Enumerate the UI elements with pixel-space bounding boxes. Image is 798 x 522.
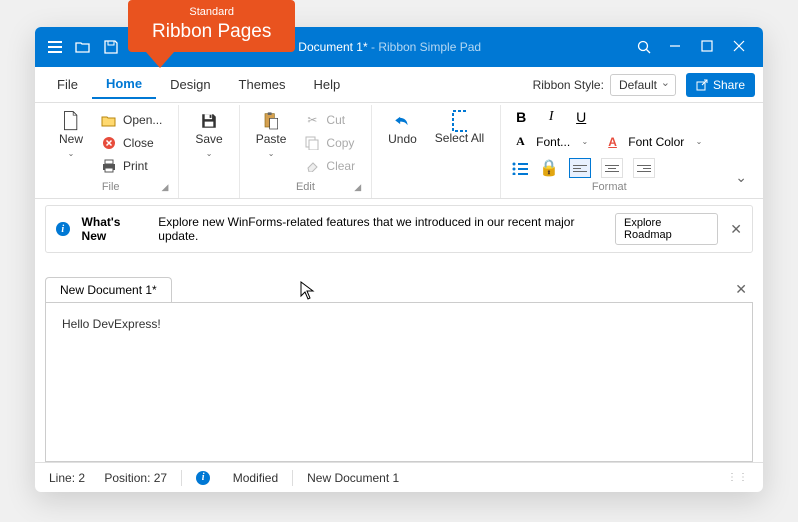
copy-icon	[304, 135, 320, 151]
clear-button[interactable]: Clear	[298, 155, 361, 177]
share-icon	[696, 79, 708, 91]
explore-roadmap-button[interactable]: Explore Roadmap	[615, 213, 718, 245]
notice-title: What's New	[82, 215, 147, 243]
maximize-button[interactable]	[701, 40, 715, 54]
tab-design[interactable]: Design	[156, 71, 224, 98]
clipboard-icon	[263, 113, 279, 129]
close-button[interactable]	[733, 40, 747, 54]
close-x-icon	[101, 135, 117, 151]
save-button[interactable]: Save⌄	[189, 109, 228, 162]
group-label-format: Format	[592, 181, 627, 193]
print-button[interactable]: Print	[95, 155, 168, 177]
eraser-icon	[304, 158, 320, 174]
menu-icon[interactable]	[47, 39, 63, 55]
tab-help[interactable]: Help	[300, 71, 355, 98]
notice-close-button[interactable]: ✕	[730, 221, 742, 238]
group-label-file: File	[102, 181, 120, 193]
menubar: File Home Design Themes Help Ribbon Styl…	[35, 67, 763, 103]
paste-button[interactable]: Paste⌄	[250, 109, 293, 162]
tab-home[interactable]: Home	[92, 70, 156, 99]
copy-button[interactable]: Copy	[298, 132, 361, 154]
notice-bar: i What's New Explore new WinForms-relate…	[45, 205, 753, 253]
search-icon[interactable]	[637, 40, 651, 54]
share-button[interactable]: Share	[686, 73, 755, 97]
ribbon-style-label: Ribbon Style:	[533, 78, 604, 92]
ribbon: New⌄ Open... Close Print File ◢ Save⌄	[35, 103, 763, 199]
undo-icon	[394, 113, 410, 129]
open-folder-icon[interactable]	[75, 39, 91, 55]
font-color-picker[interactable]: A Font Color ⌄	[603, 132, 707, 152]
app-window: New Document 1* - Ribbon Simple Pad File…	[35, 27, 763, 492]
tab-file[interactable]: File	[43, 71, 92, 98]
bold-button[interactable]: B	[511, 109, 531, 125]
close-doc-button[interactable]: Close	[95, 132, 168, 154]
save-icon	[201, 113, 217, 129]
statusbar: Line: 2 Position: 27 i Modified New Docu…	[35, 462, 763, 492]
tab-themes[interactable]: Themes	[225, 71, 300, 98]
document-tab[interactable]: New Document 1*	[45, 277, 172, 302]
status-docname: New Document 1	[307, 471, 399, 485]
select-all-icon	[451, 113, 467, 129]
notice-body: Explore new WinForms-related features th…	[158, 215, 603, 243]
callout-annotation: Standard Ribbon Pages	[128, 0, 295, 68]
status-line: Line: 2	[49, 471, 85, 485]
cut-button[interactable]: ✂Cut	[298, 109, 361, 131]
folder-open-icon	[101, 112, 117, 128]
edit-group-expand[interactable]: ◢	[354, 182, 361, 193]
info-icon: i	[56, 222, 70, 236]
new-button[interactable]: New⌄	[53, 109, 89, 162]
minimize-button[interactable]	[669, 40, 683, 54]
new-doc-icon	[63, 113, 79, 129]
file-group-expand[interactable]: ◢	[161, 182, 168, 193]
bullets-button[interactable]	[511, 161, 529, 175]
status-position: Position: 27	[104, 471, 167, 485]
underline-button[interactable]: U	[571, 109, 591, 125]
group-label-edit: Edit	[296, 181, 315, 193]
status-info-icon: i	[196, 471, 210, 485]
save-disk-icon[interactable]	[103, 39, 119, 55]
document-editor[interactable]: Hello DevExpress!	[45, 302, 753, 462]
scissors-icon: ✂	[304, 112, 320, 128]
italic-button[interactable]: I	[541, 109, 561, 125]
font-picker[interactable]: A Font... ⌄	[511, 131, 593, 152]
document-tab-close[interactable]: ✕	[729, 281, 753, 298]
lock-icon[interactable]: 🔒	[539, 158, 559, 178]
align-center-button[interactable]	[601, 158, 623, 178]
ribbon-style-select[interactable]: Default	[610, 74, 676, 96]
align-right-button[interactable]	[633, 158, 655, 178]
status-modified: Modified	[233, 471, 278, 485]
selectall-button[interactable]: Select All	[429, 109, 490, 149]
resize-grip[interactable]: ⋮⋮	[727, 472, 749, 483]
open-button[interactable]: Open...	[95, 109, 168, 131]
undo-button[interactable]: Undo	[382, 109, 423, 150]
printer-icon	[101, 158, 117, 174]
align-left-button[interactable]	[569, 158, 591, 178]
collapse-ribbon-button[interactable]: ⌄	[727, 165, 755, 190]
